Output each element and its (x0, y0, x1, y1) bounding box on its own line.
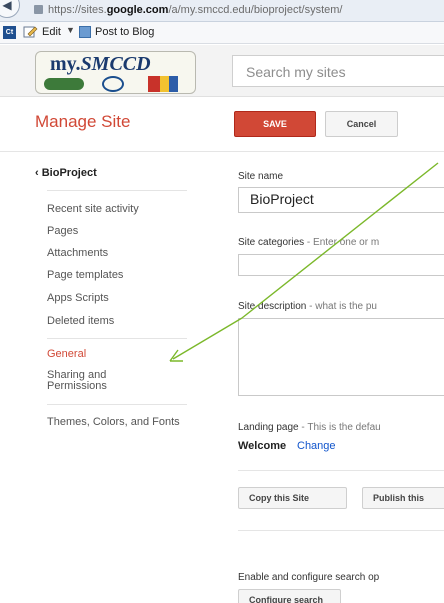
search-placeholder: Search my sites (246, 64, 346, 80)
sidebar-divider (47, 404, 187, 405)
site-name-label: Site name (238, 171, 284, 182)
lock-icon (34, 5, 43, 14)
back-icon[interactable]: ◀ (0, 0, 20, 18)
site-logo[interactable]: my.SMCCD (35, 51, 196, 94)
edit-pencil-icon[interactable] (23, 25, 38, 39)
site-description-textarea[interactable] (238, 318, 444, 396)
sidebar-item-sharing[interactable]: Sharing and Permissions (47, 370, 152, 392)
site-categories-label: Site categories - Enter one or m (238, 237, 380, 248)
sidebar-item-page-templates[interactable]: Page templates (47, 270, 197, 281)
sidebar-item-general[interactable]: General (47, 349, 197, 360)
sidebar-item-themes[interactable]: Themes, Colors, and Fonts (47, 417, 197, 428)
sidebar-divider (47, 190, 187, 191)
csm-seal-icon (102, 76, 124, 92)
cancel-button[interactable]: Cancel (325, 111, 398, 137)
edit-bookmark-label[interactable]: Edit (42, 26, 61, 38)
sidebar-divider (47, 338, 187, 339)
college-seal-icon (44, 78, 84, 90)
section-divider (238, 470, 444, 471)
page-title: Manage Site (35, 112, 131, 131)
site-name-value: BioProject (250, 191, 314, 207)
publish-site-button[interactable]: Publish this (362, 487, 444, 509)
site-header: my.SMCCD Search my sites (0, 45, 444, 97)
sidebar-item-deleted-items[interactable]: Deleted items (47, 316, 197, 327)
site-description-label: Site description - what is the pu (238, 301, 377, 312)
skyline-seal-icon (148, 76, 178, 92)
url-field[interactable]: https://sites.google.com/a/my.smccd.edu/… (48, 4, 342, 16)
bookmark-ct-icon[interactable]: Ct (3, 26, 16, 39)
chevron-down-icon[interactable]: ▼ (66, 25, 75, 35)
address-bar: ◀ https://sites.google.com/a/my.smccd.ed… (0, 0, 444, 22)
landing-page-label: Landing page - This is the defau (238, 422, 381, 433)
sidebar-item-apps-scripts[interactable]: Apps Scripts (47, 293, 197, 304)
search-input[interactable]: Search my sites (232, 55, 444, 87)
sidebar-item-pages[interactable]: Pages (47, 226, 197, 237)
landing-page-value: Welcome (238, 440, 287, 452)
sidebar-item-attachments[interactable]: Attachments (47, 248, 197, 259)
copy-site-button[interactable]: Copy this Site (238, 487, 347, 509)
search-config-label: Enable and configure search op (238, 572, 380, 583)
logo-text: my.SMCCD (50, 53, 151, 75)
save-button[interactable]: SAVE (234, 111, 316, 137)
change-landing-link[interactable]: Change (297, 440, 336, 452)
sidebar-item-recent-activity[interactable]: Recent site activity (47, 204, 197, 215)
configure-search-button[interactable]: Configure search (238, 589, 341, 603)
site-categories-input[interactable] (238, 254, 444, 276)
header-divider (0, 151, 444, 152)
bookmarks-bar: Ct Edit ▼ Post to Blog (0, 22, 444, 44)
blog-icon[interactable] (79, 26, 91, 38)
post-to-blog-link[interactable]: Post to Blog (95, 26, 154, 38)
sidebar-back-link[interactable]: ‹ BioProject (35, 167, 97, 179)
section-divider (238, 530, 444, 531)
